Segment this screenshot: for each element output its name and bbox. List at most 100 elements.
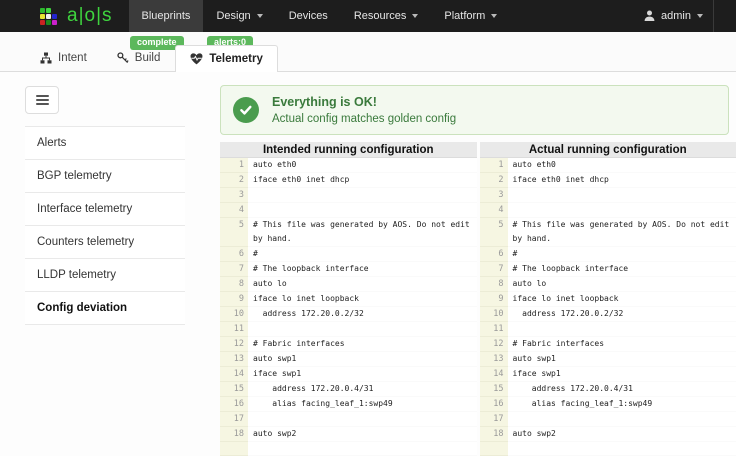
line-text: address 172.20.0.2/32	[248, 307, 477, 322]
line-number: 9	[220, 292, 248, 307]
config-line-row: 17	[220, 412, 477, 427]
config-line-row: 5# This file was generated by AOS. Do no…	[220, 218, 477, 247]
sidebar-item-bgp-telemetry[interactable]: BGP telemetry	[25, 160, 185, 193]
nav-item-blueprints[interactable]: Blueprints	[129, 0, 204, 32]
line-number: 2	[220, 173, 248, 188]
nav-item-design[interactable]: Design	[203, 0, 275, 32]
config-line-row	[220, 442, 477, 456]
config-line-row: 4	[480, 203, 736, 218]
nav-item-label: Devices	[289, 0, 328, 32]
logo-square	[40, 20, 45, 25]
line-number: 12	[480, 337, 508, 352]
logo-square	[40, 14, 45, 19]
config-line-row: 16 alias facing_leaf_1:swp49	[480, 397, 736, 412]
config-line-row: 7# The loopback interface	[220, 262, 477, 277]
sidebar-item-interface-telemetry[interactable]: Interface telemetry	[25, 193, 185, 226]
alert-text-block: Everything is OK! Actual config matches …	[272, 95, 456, 125]
tab-telemetry[interactable]: Telemetry	[175, 45, 277, 72]
config-line-row: 3	[220, 188, 477, 203]
line-number: 18	[480, 427, 508, 442]
hamburger-menu-icon	[36, 103, 49, 105]
line-number: 5	[220, 218, 248, 247]
nav-item-label: Design	[216, 0, 250, 32]
line-number: 5	[480, 218, 508, 247]
line-text: auto lo	[248, 277, 477, 292]
intended-config-lines[interactable]: 1auto eth02iface eth0 inet dhcp345# This…	[220, 158, 477, 456]
line-text: auto swp1	[508, 352, 736, 367]
aos-logo-text: a|o|s	[67, 0, 113, 32]
config-line-row: 7# The loopback interface	[480, 262, 736, 277]
blueprint-tabstrip: complete alerts:0 Intent Build Teleme	[0, 32, 736, 72]
nav-item-devices[interactable]: Devices	[276, 0, 341, 32]
line-text: # Fabric interfaces	[508, 337, 736, 352]
line-number: 11	[220, 322, 248, 337]
hamburger-menu-icon	[36, 95, 49, 97]
config-line-row: 4	[220, 203, 477, 218]
line-text	[508, 442, 736, 456]
sidebar-item-lldp-telemetry[interactable]: LLDP telemetry	[25, 259, 185, 292]
line-number: 7	[480, 262, 508, 277]
line-text	[508, 412, 736, 427]
line-text	[248, 188, 477, 203]
chevron-down-icon	[697, 14, 703, 18]
nav-item-label: Blueprints	[142, 0, 191, 32]
telemetry-sidebar: Alerts BGP telemetry Interface telemetry…	[25, 86, 185, 325]
sidebar-item-config-deviation[interactable]: Config deviation	[25, 292, 185, 325]
config-line-row: 2iface eth0 inet dhcp	[220, 173, 477, 188]
config-line-row: 13auto swp1	[220, 352, 477, 367]
main-content: Everything is OK! Actual config matches …	[220, 85, 736, 456]
actual-config-header: Actual running configuration	[480, 142, 736, 158]
config-line-row: 15 address 172.20.0.4/31	[220, 382, 477, 397]
config-line-row: 5# This file was generated by AOS. Do no…	[480, 218, 736, 247]
intent-icon	[40, 52, 52, 64]
logo-square	[52, 20, 57, 25]
line-text: auto swp1	[248, 352, 477, 367]
line-text: # The loopback interface	[508, 262, 736, 277]
config-line-row: 12# Fabric interfaces	[480, 337, 736, 352]
actual-config-lines[interactable]: 1auto eth02iface eth0 inet dhcp345# This…	[480, 158, 736, 456]
user-menu[interactable]: admin	[634, 0, 713, 32]
line-number: 13	[220, 352, 248, 367]
tab-build[interactable]: Build	[102, 45, 176, 70]
logo-square	[46, 8, 51, 13]
nav-item-resources[interactable]: Resources	[341, 0, 432, 32]
tab-intent[interactable]: Intent	[25, 45, 102, 70]
nav-item-platform[interactable]: Platform	[431, 0, 510, 32]
line-number: 17	[220, 412, 248, 427]
line-number: 18	[220, 427, 248, 442]
line-number: 10	[480, 307, 508, 322]
config-line-row: 1auto eth0	[480, 158, 736, 173]
sidebar-item-alerts[interactable]: Alerts	[25, 126, 185, 160]
config-line-row: 2iface eth0 inet dhcp	[480, 173, 736, 188]
actual-config-panel: Actual running configuration 1auto eth02…	[480, 142, 736, 456]
hamburger-menu-button[interactable]	[25, 86, 59, 114]
line-text: iface eth0 inet dhcp	[508, 173, 736, 188]
logo-square	[52, 14, 57, 19]
nav-menu: Blueprints Design Devices Resources Plat…	[129, 0, 511, 32]
config-line-row: 9iface lo inet loopback	[480, 292, 736, 307]
line-number: 6	[480, 247, 508, 262]
top-navbar: a|o|s Blueprints Design Devices Resource…	[0, 0, 736, 32]
config-line-row: 10 address 172.20.0.2/32	[220, 307, 477, 322]
line-text: alias facing_leaf_1:swp49	[248, 397, 477, 412]
sidebar-list: Alerts BGP telemetry Interface telemetry…	[25, 126, 185, 325]
line-text: iface lo inet loopback	[508, 292, 736, 307]
line-text: auto swp2	[248, 427, 477, 442]
line-number: 16	[480, 397, 508, 412]
chevron-down-icon	[257, 14, 263, 18]
sidebar-item-counters-telemetry[interactable]: Counters telemetry	[25, 226, 185, 259]
line-text: iface swp1	[248, 367, 477, 382]
navbar-divider	[713, 0, 714, 32]
config-line-row	[480, 442, 736, 456]
line-number: 15	[480, 382, 508, 397]
line-number: 12	[220, 337, 248, 352]
line-text: # The loopback interface	[248, 262, 477, 277]
config-line-row: 6#	[480, 247, 736, 262]
line-text: iface lo inet loopback	[248, 292, 477, 307]
config-line-row: 6#	[220, 247, 477, 262]
config-line-row: 8auto lo	[220, 277, 477, 292]
nav-item-label: Resources	[354, 0, 407, 32]
logo-square	[40, 8, 45, 13]
line-number: 1	[480, 158, 508, 173]
build-key-icon	[117, 52, 129, 64]
